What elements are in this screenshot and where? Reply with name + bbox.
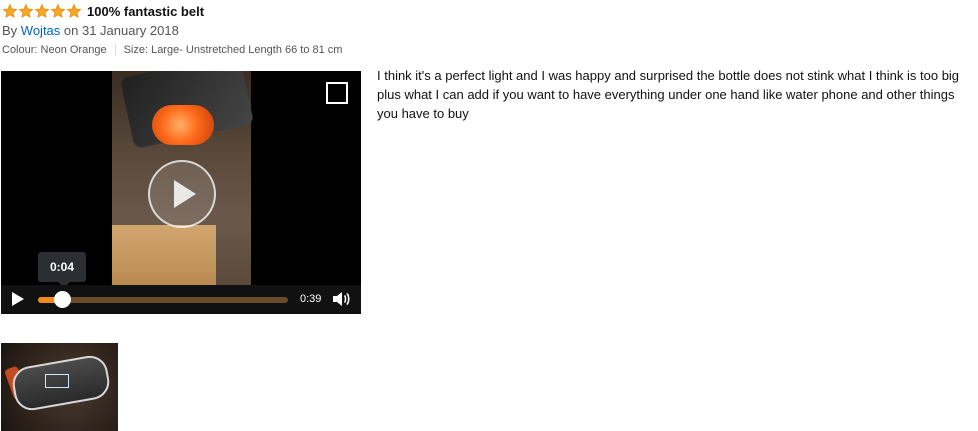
expand-icon[interactable] [326, 82, 348, 104]
progress-track[interactable] [38, 297, 288, 303]
review-image-thumbnail[interactable] [1, 343, 118, 431]
video-duration: 0:39 [300, 293, 322, 305]
star-icon [2, 3, 18, 18]
review-date: on 31 January 2018 [60, 23, 179, 38]
byline-prefix: By [2, 23, 21, 38]
video-box [112, 225, 216, 285]
scrub-handle[interactable] [54, 291, 71, 308]
review-title[interactable]: 100% fantastic belt [87, 3, 204, 20]
pouch-display [45, 374, 69, 388]
play-overlay-button[interactable] [148, 160, 216, 228]
video-controls: 0:39 [1, 285, 361, 314]
review-byline: By Wojtas on 31 January 2018 [2, 22, 179, 39]
product-variant: Colour: Neon Orange Size: Large- Unstret… [2, 43, 342, 57]
star-icon [18, 3, 34, 18]
variant-divider [114, 44, 116, 56]
star-rating [2, 3, 82, 19]
author-link[interactable]: Wojtas [21, 23, 61, 38]
video-light [152, 105, 214, 145]
variant-size[interactable]: Size: Large- Unstretched Length 66 to 81… [124, 43, 343, 57]
review-body: I think it's a perfect light and I was h… [377, 68, 960, 121]
volume-icon[interactable] [332, 291, 350, 307]
video-player[interactable]: 0:04 0:39 [1, 71, 361, 314]
time-tooltip: 0:04 [38, 252, 86, 288]
play-icon[interactable] [12, 292, 24, 306]
star-icon [50, 3, 66, 18]
star-icon [34, 3, 50, 18]
variant-colour[interactable]: Colour: Neon Orange [2, 43, 107, 57]
star-icon [66, 3, 82, 18]
